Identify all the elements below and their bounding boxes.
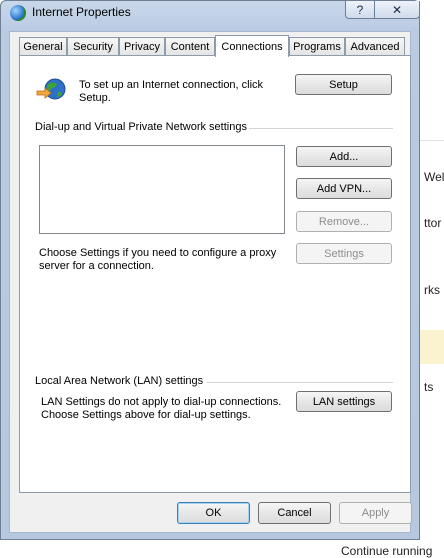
setup-button[interactable]: Setup <box>295 74 392 95</box>
connections-listbox[interactable] <box>39 145 285 234</box>
network-globe-icon <box>36 78 66 100</box>
tab-security[interactable]: Security <box>67 37 119 55</box>
dialup-divider <box>249 128 393 129</box>
lan-divider <box>207 382 393 383</box>
proxy-settings-description: Choose Settings if you need to configure… <box>39 247 277 272</box>
tab-general[interactable]: General <box>19 37 67 55</box>
background-status-text: Continue running <box>341 544 433 558</box>
lan-description: LAN Settings do not apply to dial-up con… <box>41 396 282 421</box>
ok-button[interactable]: OK <box>177 502 250 524</box>
add-button[interactable]: Add... <box>296 146 392 167</box>
help-button[interactable]: ? <box>345 1 375 19</box>
internet-globe-icon <box>10 5 26 21</box>
background-text-fragment: Wel <box>424 170 444 184</box>
close-button[interactable]: ✕ <box>374 1 420 19</box>
tab-privacy[interactable]: Privacy <box>119 37 165 55</box>
background-text-fragment: ts <box>424 380 434 394</box>
cancel-button[interactable]: Cancel <box>258 502 331 524</box>
tab-content[interactable]: Content <box>165 37 215 55</box>
tab-programs[interactable]: Programs <box>289 37 345 55</box>
settings-button[interactable]: Settings <box>296 243 392 264</box>
apply-button[interactable]: Apply <box>339 502 412 524</box>
background-separator <box>420 140 444 141</box>
lan-heading: Local Area Network (LAN) settings <box>35 375 204 387</box>
background-text-fragment: rks <box>424 283 440 297</box>
dialup-heading: Dial-up and Virtual Private Network sett… <box>35 121 247 133</box>
setup-description: To set up an Internet connection, click … <box>79 79 264 104</box>
remove-button[interactable]: Remove... <box>296 211 392 232</box>
background-highlight <box>419 330 444 364</box>
tab-advanced[interactable]: Advanced <box>345 37 405 55</box>
lan-settings-button[interactable]: LAN settings <box>296 391 392 412</box>
title-bar[interactable]: Internet Properties ? ✕ <box>1 1 420 25</box>
background-text-fragment: ttor <box>424 216 442 230</box>
add-vpn-button[interactable]: Add VPN... <box>296 178 392 199</box>
internet-properties-dialog: Internet Properties ? ✕ General Security… <box>0 0 420 540</box>
tab-connections[interactable]: Connections <box>215 35 289 57</box>
window-title: Internet Properties <box>32 5 131 19</box>
